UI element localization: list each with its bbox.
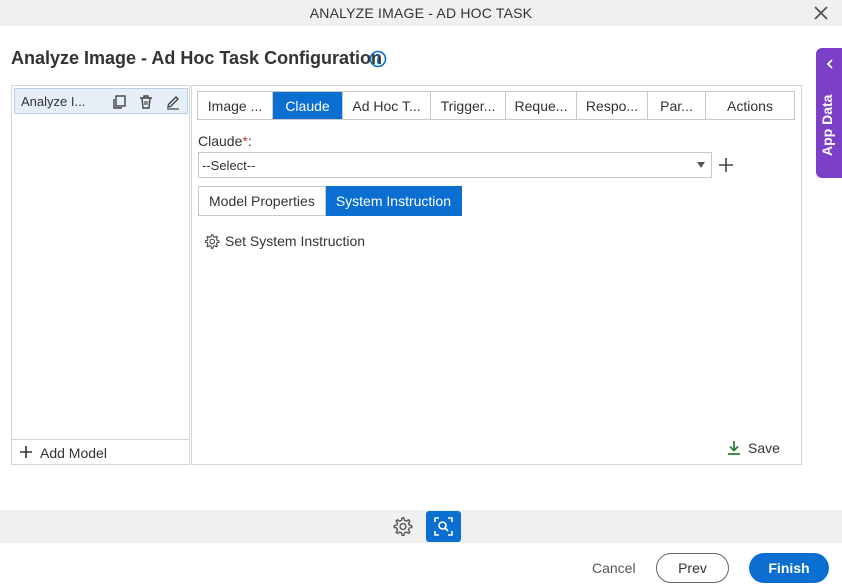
tab-parameters[interactable]: Par... xyxy=(648,92,706,119)
claude-label-colon: : xyxy=(247,133,252,149)
bottom-toolbar xyxy=(0,510,842,543)
preview-button[interactable] xyxy=(426,511,461,542)
tab-request[interactable]: Reque... xyxy=(506,92,577,119)
subtab-model-properties[interactable]: Model Properties xyxy=(198,186,326,216)
app-data-label: App Data xyxy=(819,94,835,156)
preview-icon xyxy=(434,517,453,536)
finish-button[interactable]: Finish xyxy=(749,553,829,583)
plus-icon xyxy=(20,446,32,458)
cancel-button[interactable]: Cancel xyxy=(592,560,636,576)
edit-icon[interactable] xyxy=(165,94,181,110)
tab-trigger[interactable]: Trigger... xyxy=(431,92,506,119)
app-data-tab[interactable]: App Data xyxy=(816,48,842,178)
set-system-instruction-label: Set System Instruction xyxy=(225,233,366,249)
model-item-label: Analyze I... xyxy=(21,94,86,109)
tab-claude[interactable]: Claude xyxy=(273,92,343,119)
save-button[interactable]: Save xyxy=(726,440,780,456)
info-icon[interactable] xyxy=(369,50,387,68)
copy-icon[interactable] xyxy=(111,94,127,110)
add-model-label: Add Model xyxy=(40,445,107,461)
chevron-down-icon xyxy=(697,162,705,168)
model-list-item[interactable]: Analyze I... xyxy=(14,88,188,114)
tab-image[interactable]: Image ... xyxy=(198,92,273,119)
close-icon[interactable] xyxy=(812,4,830,22)
subtab-system-instruction[interactable]: System Instruction xyxy=(325,186,462,216)
footer-actions: Cancel Prev Finish xyxy=(0,543,842,586)
configuration-panel: Image ... Claude Ad Hoc T... Trigger... … xyxy=(191,85,802,465)
config-tabs: Image ... Claude Ad Hoc T... Trigger... … xyxy=(197,91,795,120)
claude-select-value: --Select-- xyxy=(202,158,256,173)
add-model-button[interactable]: Add Model xyxy=(12,439,189,464)
prev-button[interactable]: Prev xyxy=(656,553,729,583)
tab-ad-hoc-task[interactable]: Ad Hoc T... xyxy=(343,92,431,119)
add-claude-icon[interactable] xyxy=(718,157,734,173)
page-title: Analyze Image - Ad Hoc Task Configuratio… xyxy=(11,48,383,68)
set-system-instruction-link[interactable]: Set System Instruction xyxy=(203,232,365,250)
download-icon xyxy=(728,441,740,455)
window-titlebar: ANALYZE IMAGE - AD HOC TASK xyxy=(0,0,842,26)
tab-actions[interactable]: Actions xyxy=(706,92,794,119)
delete-icon[interactable] xyxy=(138,94,154,110)
window-title: ANALYZE IMAGE - AD HOC TASK xyxy=(309,5,533,21)
model-list-panel: Analyze I... Add Model xyxy=(11,85,190,465)
gear-icon xyxy=(204,233,220,249)
claude-subtabs: Model Properties System Instruction xyxy=(198,186,462,216)
gear-icon[interactable] xyxy=(392,516,414,538)
chevron-left-icon xyxy=(826,59,833,69)
claude-field-label: Claude*: xyxy=(198,133,252,149)
save-label: Save xyxy=(748,440,780,456)
claude-select[interactable]: --Select-- xyxy=(198,152,712,178)
tab-response[interactable]: Respo... xyxy=(577,92,648,119)
claude-label-text: Claude xyxy=(198,133,243,149)
